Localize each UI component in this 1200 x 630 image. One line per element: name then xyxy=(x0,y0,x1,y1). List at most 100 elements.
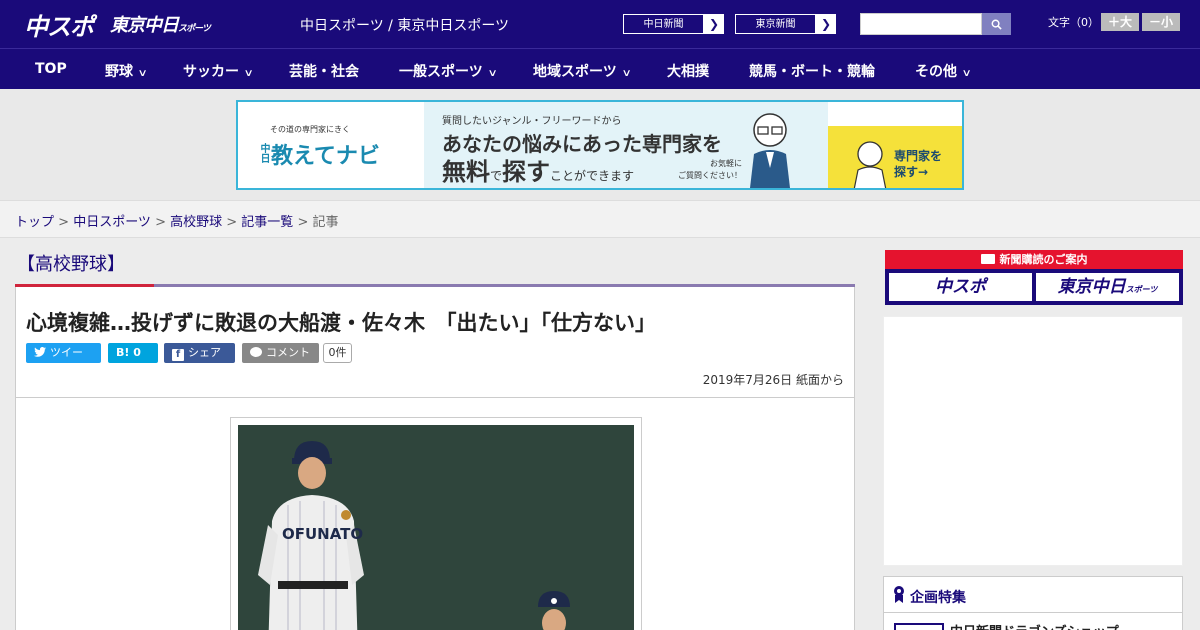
banner-de: で xyxy=(490,169,503,183)
search-button[interactable] xyxy=(982,13,1011,35)
nav-label: 野球 xyxy=(105,64,133,80)
nav-label: サッカー xyxy=(183,64,239,80)
chevron-down-icon: ∨ xyxy=(487,68,498,79)
nav-label: 一般スポーツ xyxy=(399,64,483,80)
article-photo[interactable]: OFUNATO xyxy=(238,425,634,630)
banner-brand-small: 中日 xyxy=(258,143,269,163)
nav-label: TOP xyxy=(35,61,67,77)
banner-can: ことができます xyxy=(550,169,635,183)
oshiete-navi-banner[interactable]: その道の専門家にきく 中日教えてナビ 質問したいジャンル・フリーワードから あな… xyxy=(236,100,964,190)
banner-cta-text: 専門家を 探す→ xyxy=(894,148,942,180)
article-divider xyxy=(16,397,854,398)
banner-cta[interactable]: 専門家を 探す→ xyxy=(828,126,962,188)
chevron-down-icon: ∨ xyxy=(621,68,632,79)
banner-note-1: お気軽に xyxy=(710,159,742,168)
nav-item-soccer[interactable]: サッカー ∨ xyxy=(183,61,254,81)
chuspo-logo[interactable]: 中スポ xyxy=(24,7,94,42)
feature-title: 企画特集 xyxy=(910,590,966,606)
main-nav: TOP 野球 ∨ サッカー ∨ 芸能・社会 一般スポーツ ∨ 地域スポーツ ∨ 大相撲 … xyxy=(0,48,1200,89)
article-card: 心境複雑…投げずに敗退の大船渡・佐々木 「出たい」「仕方ない」 ツイート B! … xyxy=(15,287,855,630)
nav-label: 地域スポーツ xyxy=(533,64,617,80)
subscription-tokyo-chunichi-button[interactable]: 東京中日スポーツ xyxy=(1036,273,1179,301)
comment-label: コメント xyxy=(266,346,310,359)
nav-item-racing[interactable]: 競馬・ボート・競輪 xyxy=(749,61,875,81)
subscription-tokyo-chunichi-text: 東京中日 xyxy=(1057,277,1126,297)
comment-bubble-icon xyxy=(250,347,262,357)
feature-item-dragons-shop[interactable]: 中日新聞ドラゴンズショップ xyxy=(950,621,1119,630)
nav-item-sumo[interactable]: 大相撲 xyxy=(667,61,709,81)
expert-illustration-icon xyxy=(750,113,790,188)
breadcrumb-sep: > xyxy=(222,215,242,230)
breadcrumb-sep: > xyxy=(293,215,313,230)
tokyo-chunichi-logo-text: 東京中日 xyxy=(110,15,179,36)
nav-item-baseball[interactable]: 野球 ∨ xyxy=(105,61,148,81)
subscription-title: 新聞購読のご案内 xyxy=(885,250,1183,269)
search-icon xyxy=(991,19,1002,30)
nav-item-general-sports[interactable]: 一般スポーツ ∨ xyxy=(399,61,498,81)
banner-brand: 中日教えてナビ xyxy=(256,138,395,170)
facebook-icon: f xyxy=(172,349,184,361)
subscription-banner[interactable]: 新聞購読のご案内 中スポ 東京中日スポーツ xyxy=(885,250,1183,305)
banner-brand-area: その道の専門家にきく 中日教えてナビ xyxy=(238,102,424,188)
banner-subtitle: その道の専門家にきく xyxy=(270,125,350,134)
sidebar-ad-slot[interactable] xyxy=(883,316,1183,566)
font-size-label: 文字（0） xyxy=(1048,16,1099,29)
breadcrumb-chunichi-sports[interactable]: 中日スポーツ xyxy=(73,215,151,230)
ribbon-icon xyxy=(894,586,904,603)
feature-thumbnail[interactable] xyxy=(894,623,944,630)
breadcrumb-sep: > xyxy=(150,215,171,230)
banner-free: 無料 xyxy=(442,158,490,186)
breadcrumb-article-list[interactable]: 記事一覧 xyxy=(241,215,293,230)
nav-label: 大相撲 xyxy=(667,64,709,80)
facebook-share-button[interactable]: f シェア 0 xyxy=(164,343,235,379)
banner-note-2: ご質問ください！ xyxy=(678,171,742,180)
nav-label: 競馬・ボート・競輪 xyxy=(749,64,875,80)
tokyo-chunichi-logo-small: スポーツ xyxy=(178,24,211,34)
nav-item-local-sports[interactable]: 地域スポーツ ∨ xyxy=(533,61,632,81)
breadcrumb-current: 記事 xyxy=(312,215,339,230)
nav-item-other[interactable]: その他 ∨ xyxy=(915,61,972,81)
article-date: 2019年7月26日 紙面から xyxy=(702,373,844,387)
tokyo-shimbun-label: 東京新聞 xyxy=(735,14,816,34)
nav-label: その他 xyxy=(915,64,957,80)
subscription-chuspo-button[interactable]: 中スポ xyxy=(889,273,1032,301)
tweet-button[interactable]: ツイート xyxy=(26,343,101,379)
article-headline: 心境複雑…投げずに敗退の大船渡・佐々木 「出たい」「仕方ない」 xyxy=(26,311,656,335)
breadcrumb-high-school-baseball[interactable]: 高校野球 xyxy=(170,215,222,230)
chevron-right-icon: ❯ xyxy=(820,17,832,31)
chevron-down-icon: ∨ xyxy=(961,68,972,79)
font-larger-button[interactable]: ＋大 xyxy=(1101,13,1139,31)
hatena-button[interactable]: B! 0 xyxy=(108,343,158,363)
tokyo-shimbun-button[interactable]: 東京新聞 ❯ xyxy=(734,13,837,35)
tokyo-chunichi-logo[interactable]: 東京中日スポーツ xyxy=(110,11,211,37)
subscription-tokyo-chunichi-small: スポーツ xyxy=(1125,285,1158,294)
jersey-text: OFUNATO xyxy=(282,525,363,543)
person-illustration-icon xyxy=(853,141,887,188)
nav-label: 芸能・社会 xyxy=(289,64,359,80)
chunichi-shimbun-button[interactable]: 中日新聞 ❯ xyxy=(622,13,725,35)
comment-button[interactable]: コメント xyxy=(242,343,319,363)
breadcrumb-sep: > xyxy=(54,215,74,230)
banner-brand-text: 教えてナビ xyxy=(271,144,380,169)
nav-item-entertainment[interactable]: 芸能・社会 xyxy=(289,61,359,81)
feature-box: 企画特集 中日新聞ドラゴンズショップ xyxy=(883,576,1183,630)
chevron-down-icon: ∨ xyxy=(137,68,148,79)
article-photo-frame: OFUNATO xyxy=(230,417,642,630)
breadcrumb-top[interactable]: トップ xyxy=(15,215,54,230)
banner-note: お気軽にご質問ください！ xyxy=(678,158,742,182)
nav-item-top[interactable]: TOP xyxy=(35,61,67,77)
breadcrumb: トップ > 中日スポーツ > 高校野球 > 記事一覧 > 記事 xyxy=(0,200,1200,238)
banner-cta-1: 専門家を xyxy=(894,149,943,163)
banner-question: 質問したいジャンル・フリーワードから xyxy=(442,116,622,127)
banner-area: その道の専門家にきく 中日教えてナビ 質問したいジャンル・フリーワードから あな… xyxy=(0,89,1200,200)
feature-header: 企画特集 xyxy=(884,577,1182,613)
banner-headline-2: 無料で探すことができます xyxy=(442,152,634,187)
category-label: 【高校野球】 xyxy=(17,254,125,275)
chevron-right-icon: ❯ xyxy=(708,17,720,31)
font-smaller-button[interactable]: －小 xyxy=(1142,13,1180,31)
search-input[interactable] xyxy=(860,13,982,35)
banner-search: 探す xyxy=(502,158,551,186)
site-name: 中日スポーツ / 東京中日スポーツ xyxy=(300,18,510,34)
comment-count[interactable]: 0件 xyxy=(323,343,352,363)
twitter-icon xyxy=(34,347,46,357)
